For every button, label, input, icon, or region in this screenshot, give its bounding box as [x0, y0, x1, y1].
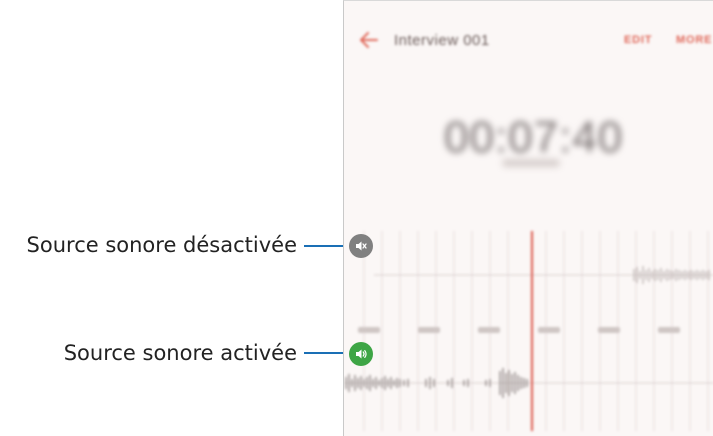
- speaker-muted-icon[interactable]: [349, 234, 373, 258]
- source-on-callout: Source sonore activée: [63, 341, 297, 365]
- timer-subtitle: [502, 159, 560, 167]
- elapsed-timer: 00:07:40: [444, 113, 624, 162]
- source-off-callout: Source sonore désactivée: [26, 233, 297, 257]
- waveform-area[interactable]: [344, 231, 713, 431]
- speaker-on-icon[interactable]: [349, 342, 373, 366]
- recorder-screen: Interview 001 EDIT MORE 00:07:40: [343, 0, 713, 436]
